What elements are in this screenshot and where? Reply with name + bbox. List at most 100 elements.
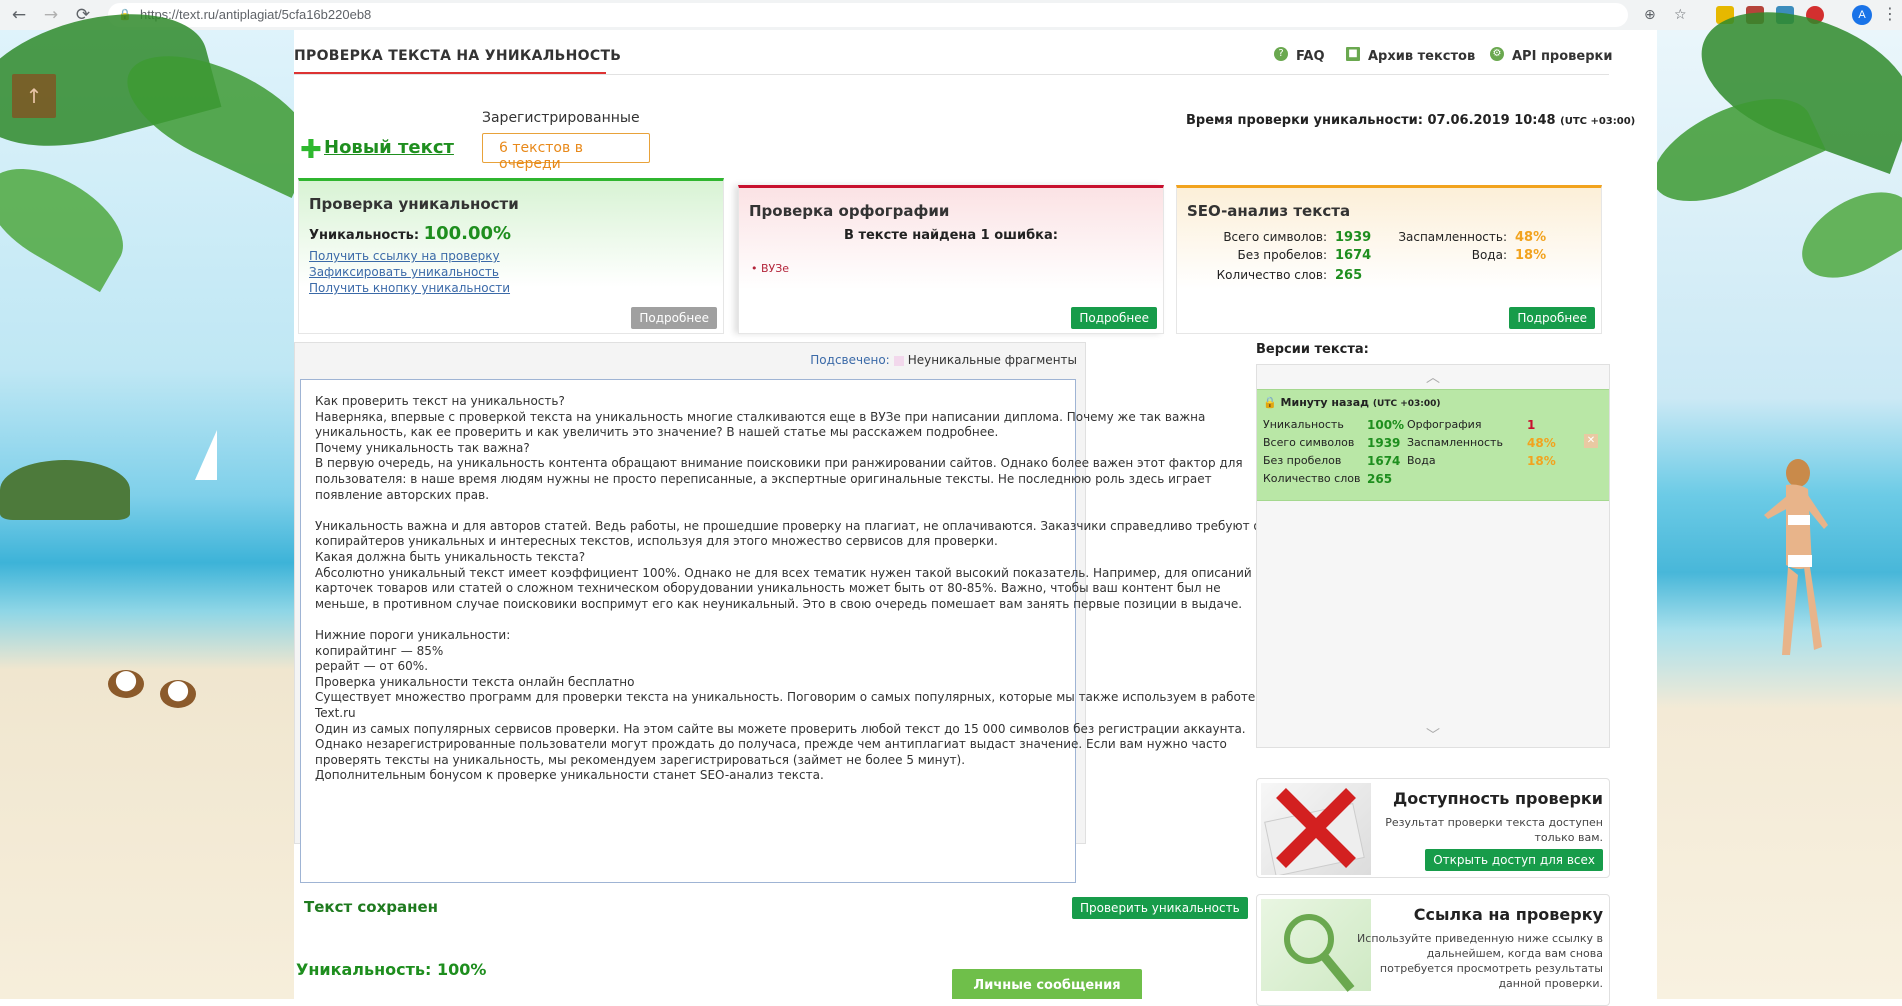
- version-words-label: Количество слов: [1263, 472, 1361, 485]
- link-promo-desc2: дальнейшем, когда вам снова: [1426, 947, 1603, 960]
- link-promo-image: [1261, 899, 1371, 992]
- editor-text-line: карточек товаров или статей о сложном те…: [315, 581, 1221, 596]
- queue-count: 6 текстов в очереди: [499, 140, 583, 172]
- seo-spam-label: Заспамленность:: [1398, 230, 1507, 244]
- spelling-more-button[interactable]: Подробнее: [1071, 307, 1157, 329]
- gear-icon: ⚙: [1490, 47, 1504, 61]
- queue-box: 6 текстов в очереди: [482, 133, 650, 172]
- main-content: ПРОВЕРКА ТЕКСТА НА УНИКАЛЬНОСТЬ ? FAQ ■ …: [294, 30, 1657, 1006]
- versions-box: ︿ 🔒 Минуту назад (UTC +03:00) Уникальнос…: [1256, 364, 1610, 748]
- highlight-swatch: [893, 355, 904, 366]
- editor-text-line: копирайтинг — 85%: [315, 643, 444, 658]
- seo-card-title: SEO-анализ текста: [1187, 202, 1351, 220]
- plus-icon[interactable]: ✚: [300, 135, 322, 165]
- version-uniq-value: 100%: [1367, 418, 1405, 432]
- access-promo-desc1: Результат проверки текста доступен: [1385, 816, 1603, 829]
- version-water-value: 18%: [1527, 454, 1556, 468]
- check-time-label: Время проверки уникальности: 07.06.2019 …: [1186, 113, 1556, 128]
- get-button-link[interactable]: Получить кнопку уникальности: [309, 281, 510, 295]
- editor-text-line: Наверняка, впервые с проверкой текста на…: [315, 409, 1206, 424]
- editor-text-line: пользователя: в наше время людям нужны н…: [315, 472, 1212, 486]
- palm-leaf: [1787, 174, 1902, 296]
- versions-down-icon[interactable]: ﹀: [1257, 725, 1609, 745]
- version-spell-value: 1: [1527, 418, 1536, 432]
- check-time-tz: (UTC +03:00): [1560, 116, 1636, 127]
- highlight-label: Подсвечено:: [810, 353, 890, 367]
- seo-spam-value: 48%: [1515, 230, 1547, 245]
- version-nospace-value: 1674: [1367, 454, 1401, 468]
- editor-text-line: Уникальность важна и для авторов статей.…: [315, 518, 1268, 533]
- seo-words-label: Количество слов:: [1216, 268, 1327, 282]
- page-title: ПРОВЕРКА ТЕКСТА НА УНИКАЛЬНОСТЬ: [294, 48, 622, 64]
- link-promo: Ссылка на проверку Используйте приведенн…: [1256, 894, 1610, 1006]
- messages-button[interactable]: Личные сообщения: [952, 969, 1142, 999]
- lock-icon: 🔒: [1263, 396, 1277, 409]
- seo-card: SEO-анализ текста Всего символов: 1939 Б…: [1176, 185, 1602, 334]
- island-image: [0, 460, 130, 520]
- beach-background-left: ↑: [0, 0, 330, 999]
- new-text-link[interactable]: Новый текст: [324, 137, 454, 158]
- editor-text-line: меньше, в противном случае поисковики во…: [315, 596, 1243, 611]
- version-spell-label: Орфография: [1407, 418, 1482, 431]
- spelling-error-item[interactable]: • ВУЗе: [751, 262, 789, 275]
- highlight-legend: Подсвечено: Неуникальные фрагменты: [810, 353, 1077, 367]
- back-icon[interactable]: ←: [8, 4, 30, 26]
- editor-text-line: проверять тексты на уникальность, мы рек…: [315, 752, 966, 767]
- editor-text-line: Однако незарегистрированные пользователи…: [315, 737, 1227, 752]
- address-bar[interactable]: 🔒 https://text.ru/antiplagiat/5cfa16b220…: [108, 3, 1687, 27]
- profile-avatar[interactable]: A: [1852, 5, 1872, 25]
- access-promo-title: Доступность проверки: [1393, 789, 1603, 808]
- versions-up-icon[interactable]: ︿: [1257, 367, 1609, 387]
- delete-version-icon[interactable]: ✕: [1584, 434, 1598, 448]
- check-uniqueness-button[interactable]: Проверить уникальность: [1072, 897, 1248, 919]
- version-item[interactable]: 🔒 Минуту назад (UTC +03:00) Уникальность…: [1257, 389, 1609, 501]
- version-time-text: Минуту назад: [1280, 396, 1370, 409]
- palm-leaf: [0, 147, 140, 293]
- faq-link[interactable]: FAQ: [1296, 49, 1325, 64]
- text-editor[interactable]: Как проверить текст на уникальность? Наве…: [300, 379, 1268, 883]
- version-time: 🔒 Минуту назад (UTC +03:00): [1263, 396, 1441, 409]
- editor-text-line: Один из самых популярных сервисов провер…: [315, 721, 1246, 736]
- scroll-top-icon[interactable]: ↑: [12, 74, 56, 118]
- api-link[interactable]: API проверки: [1512, 49, 1612, 64]
- access-promo-image: [1261, 783, 1371, 877]
- browser-menu-icon[interactable]: ⋮: [1882, 4, 1898, 23]
- get-link-link[interactable]: Получить ссылку на проверку: [309, 249, 500, 263]
- beach-woman-image: [1764, 459, 1828, 655]
- link-promo-desc1: Используйте приведенную ниже ссылку в: [1357, 932, 1603, 945]
- seo-words-value: 265: [1335, 268, 1363, 283]
- uniqueness-value: 100.00%: [423, 223, 512, 244]
- archive-link[interactable]: Архив текстов: [1368, 49, 1475, 64]
- forward-icon[interactable]: →: [40, 4, 62, 26]
- bookmark-star-icon[interactable]: ☆: [1674, 7, 1687, 23]
- uniqueness-result: Уникальность: 100%: [296, 960, 487, 979]
- zoom-icon[interactable]: ⊕: [1644, 7, 1656, 23]
- header-divider: [294, 74, 1609, 75]
- spelling-card-title: Проверка орфографии: [749, 202, 950, 220]
- open-access-button[interactable]: Открыть доступ для всех: [1425, 849, 1603, 871]
- check-time: Время проверки уникальности: 07.06.2019 …: [1186, 113, 1635, 128]
- uniqueness-card-title: Проверка уникальности: [309, 195, 519, 213]
- version-words-value: 265: [1367, 472, 1393, 486]
- editor-text-line: копирайтеров уникальных и интересных тек…: [315, 534, 998, 549]
- editor-text-line: Нижние пороги уникальности:: [315, 628, 511, 642]
- seo-nospace-label: Без пробелов:: [1237, 248, 1327, 262]
- fix-uniqueness-link[interactable]: Зафиксировать уникальность: [309, 265, 499, 279]
- faq-icon: ?: [1274, 47, 1288, 61]
- versions-title: Версии текста:: [1256, 342, 1369, 357]
- editor-text-line: В первую очередь, на уникальность контен…: [315, 456, 1243, 471]
- uniqueness-card: Проверка уникальности Уникальность: 100.…: [298, 178, 724, 334]
- browser-toolbar: ← → ⟳ 🔒 https://text.ru/antiplagiat/5cfa…: [0, 0, 1902, 31]
- version-water-label: Вода: [1407, 454, 1436, 467]
- version-time-tz: (UTC +03:00): [1372, 399, 1441, 409]
- spelling-card: Проверка орфографии В тексте найдена 1 о…: [738, 185, 1164, 334]
- access-promo: Доступность проверки Результат проверки …: [1256, 778, 1610, 878]
- version-spam-value: 48%: [1527, 436, 1556, 450]
- archive-icon: ■: [1346, 47, 1360, 61]
- seo-water-value: 18%: [1515, 248, 1547, 263]
- highlight-text: Неуникальные фрагменты: [907, 353, 1077, 367]
- uniqueness-more-button[interactable]: Подробнее: [631, 307, 717, 329]
- version-nospace-label: Без пробелов: [1263, 454, 1342, 467]
- seo-more-button[interactable]: Подробнее: [1509, 307, 1595, 329]
- version-spam-label: Заспамленность: [1407, 436, 1503, 449]
